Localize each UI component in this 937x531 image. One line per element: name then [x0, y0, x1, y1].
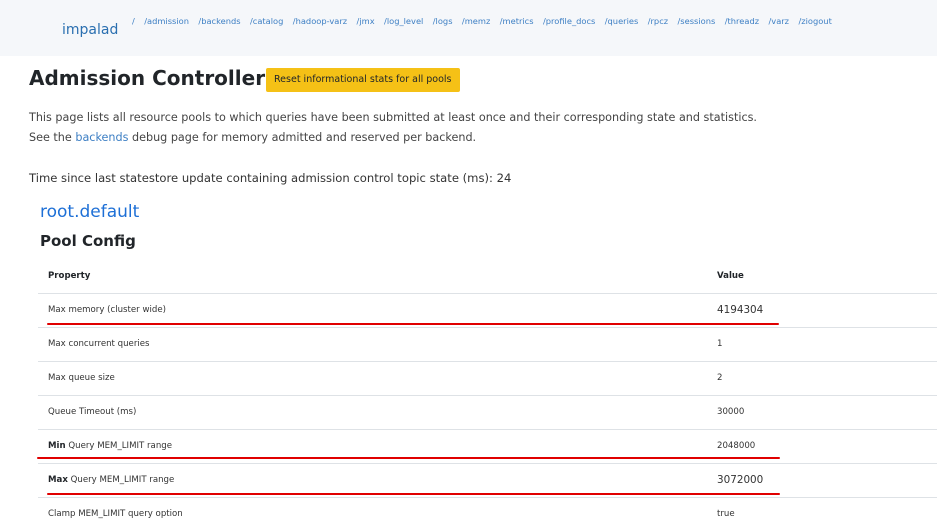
- nav-link[interactable]: /sessions: [678, 16, 716, 26]
- annotation-underline-min-range: [37, 457, 780, 459]
- property-label: Max queue size: [48, 373, 115, 383]
- value-cell: true: [717, 496, 937, 531]
- value-cell: 2: [717, 360, 937, 395]
- nav-link[interactable]: /varz: [768, 16, 789, 26]
- nav-link[interactable]: /admission: [144, 16, 189, 26]
- table-row: Max concurrent queries 1: [38, 326, 937, 361]
- nav-link[interactable]: /ziogout: [798, 16, 831, 26]
- table-row: Max Query MEM_LIMIT range 3072000: [38, 462, 937, 497]
- property-label: Clamp MEM_LIMIT query option: [48, 509, 183, 520]
- nav-link[interactable]: /profile_docs: [543, 16, 595, 26]
- value-cell: 1: [717, 326, 937, 361]
- property-bold-prefix: Min: [48, 441, 66, 451]
- column-header-property: Property: [38, 259, 717, 294]
- value-cell: 30000: [717, 394, 937, 429]
- property-cell: Max Query MEM_LIMIT range: [38, 462, 717, 497]
- nav-link[interactable]: /logs: [433, 16, 453, 26]
- nav-link[interactable]: /catalog: [250, 16, 283, 26]
- nav-link[interactable]: /: [132, 16, 135, 26]
- property-label: Max memory (cluster wide): [48, 305, 166, 315]
- backends-link[interactable]: backends: [75, 131, 128, 144]
- table-row: Max memory (cluster wide) 4194304: [38, 292, 937, 327]
- nav-link[interactable]: /metrics: [500, 16, 534, 26]
- navbar: impalad / /admission/backends/catalog/had…: [0, 0, 937, 56]
- property-cell: Max concurrent queries: [38, 326, 717, 361]
- table-row: Clamp MEM_LIMIT query option true: [38, 496, 937, 531]
- description-line-1: This page lists all resource pools to wh…: [29, 111, 757, 124]
- pool-config-table: Property Value Max memory (cluster wide)…: [38, 259, 937, 531]
- property-label: Query MEM_LIMIT range: [67, 475, 175, 485]
- nav-link[interactable]: /rpcz: [648, 16, 668, 26]
- table-row: Max queue size 2: [38, 360, 937, 395]
- property-label: Max concurrent queries: [48, 339, 150, 349]
- description-line-2: See the backends debug page for memory a…: [29, 131, 476, 144]
- brand-link[interactable]: impalad: [62, 22, 118, 38]
- property-cell: Queue Timeout (ms): [38, 394, 717, 429]
- statestore-update-line: Time since last statestore update contai…: [29, 171, 511, 185]
- nav-link[interactable]: /threadz: [725, 16, 759, 26]
- description-prefix: See the: [29, 131, 76, 144]
- nav-link[interactable]: /queries: [605, 16, 639, 26]
- property-bold-prefix: Max: [48, 475, 68, 485]
- property-cell: Max memory (cluster wide): [38, 292, 717, 327]
- reset-stats-button[interactable]: Reset informational stats for all pools: [266, 68, 460, 92]
- nav-link[interactable]: /hadoop-varz: [293, 16, 347, 26]
- column-header-value: Value: [717, 259, 937, 294]
- nav-link[interactable]: /jmx: [357, 16, 375, 26]
- property-cell: Max queue size: [38, 360, 717, 395]
- table-header-row: Property Value: [38, 259, 937, 294]
- pool-config-heading: Pool Config: [40, 232, 136, 250]
- value-cell: 3072000: [717, 462, 937, 497]
- statestore-label: Time since last statestore update contai…: [29, 171, 493, 185]
- annotation-underline-max-range: [47, 493, 780, 495]
- nav-links: / /admission/backends/catalog/hadoop-varz…: [132, 10, 922, 32]
- page-title: Admission Controller: [29, 66, 266, 90]
- property-label: Queue Timeout (ms): [48, 407, 137, 417]
- property-label: Query MEM_LIMIT range: [65, 441, 173, 451]
- annotation-underline-max-memory: [47, 323, 779, 325]
- nav-link[interactable]: /backends: [198, 16, 240, 26]
- pool-name-link[interactable]: root.default: [40, 202, 139, 222]
- nav-link[interactable]: /memz: [462, 16, 490, 26]
- description-suffix: debug page for memory admitted and reser…: [128, 131, 477, 144]
- nav-link[interactable]: /log_level: [384, 16, 423, 26]
- table-body: Max memory (cluster wide) 4194304 Max conc…: [38, 292, 937, 531]
- statestore-value: 24: [496, 171, 512, 185]
- property-cell: Clamp MEM_LIMIT query option: [38, 496, 717, 531]
- value-cell: 4194304: [717, 292, 937, 327]
- table-row: Queue Timeout (ms) 30000: [38, 394, 937, 429]
